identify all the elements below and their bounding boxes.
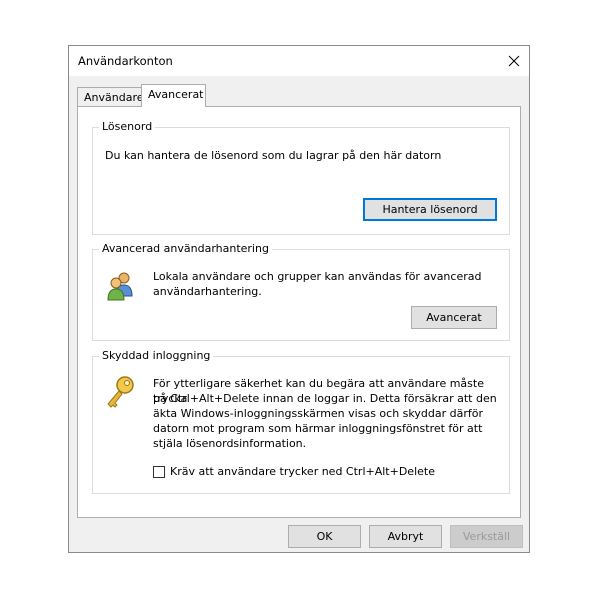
secure-logon-line-4: datorn mot program som härmar inloggning… xyxy=(153,422,483,435)
window-title: Användarkonton xyxy=(78,54,173,68)
advanced-description-line2: användarhantering. xyxy=(153,285,262,298)
tab-panel-advanced: Lösenord Du kan hantera de lösenord som … xyxy=(77,106,521,518)
secure-logon-line-3: äkta Windows-inloggningsskärmen visas oc… xyxy=(153,407,483,420)
advanced-user-management-group: Avancerad användarhantering Lokala använ… xyxy=(92,242,510,341)
close-icon xyxy=(508,55,520,67)
title-bar: Användarkonton xyxy=(69,46,529,76)
advanced-description-line1: Lokala användare och grupper kan använda… xyxy=(153,270,482,283)
advanced-button[interactable]: Avancerat xyxy=(411,306,497,329)
secure-logon-group: Skyddad inloggning För ytterligare säker… xyxy=(92,349,510,494)
passwords-group-title: Lösenord xyxy=(99,120,156,133)
tab-advanced[interactable]: Avancerat xyxy=(141,84,206,107)
close-button[interactable] xyxy=(499,46,529,76)
require-ctrl-alt-del-checkbox[interactable] xyxy=(153,466,165,478)
secure-logon-title: Skyddad inloggning xyxy=(99,349,214,362)
secure-logon-line-5: stjäla lösenordsinformation. xyxy=(153,437,307,450)
apply-button[interactable]: Verkställ xyxy=(450,525,523,548)
key-icon xyxy=(107,376,134,408)
ok-button[interactable]: OK xyxy=(288,525,361,548)
advanced-user-management-title: Avancerad användarhantering xyxy=(99,242,272,255)
cancel-button[interactable]: Avbryt xyxy=(369,525,442,548)
passwords-group: Lösenord Du kan hantera de lösenord som … xyxy=(92,120,510,235)
manage-passwords-button[interactable]: Hantera lösenord xyxy=(363,198,497,221)
secure-logon-line-2: på Ctrl+Alt+Delete innan de loggar in. D… xyxy=(153,392,497,405)
users-icon xyxy=(107,272,133,301)
require-ctrl-alt-del-label[interactable]: Kräv att användare trycker ned Ctrl+Alt+… xyxy=(170,464,435,479)
passwords-description: Du kan hantera de lösenord som du lagrar… xyxy=(105,149,442,162)
user-accounts-dialog: Användarkonton Användare Avancerat Lösen… xyxy=(68,45,530,553)
tab-users[interactable]: Användare xyxy=(77,87,144,106)
